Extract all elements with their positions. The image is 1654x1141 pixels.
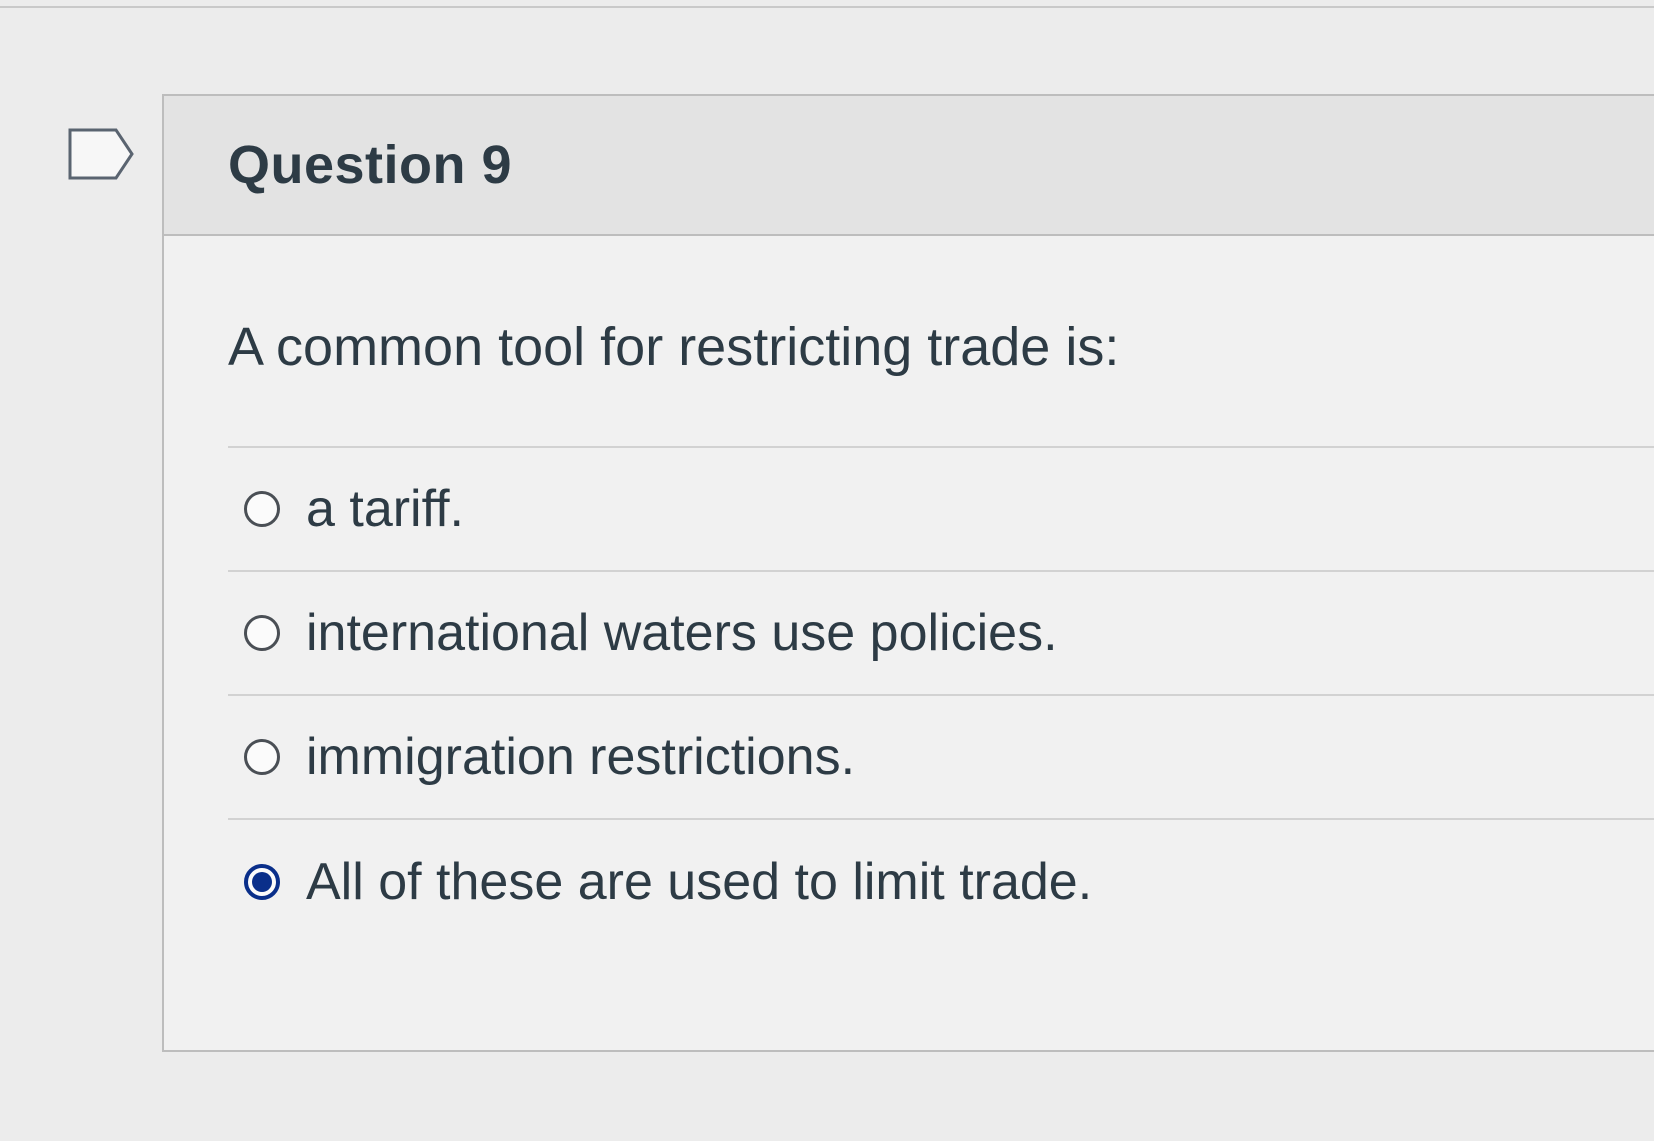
question-text: A common tool for restricting trade is: (228, 317, 1120, 377)
radio-button-unselected[interactable] (244, 739, 280, 775)
top-divider (0, 6, 1654, 8)
radio-button-unselected[interactable] (244, 615, 280, 651)
radio-button-selected[interactable] (244, 864, 280, 900)
answer-list: a tariff. international waters use polic… (228, 446, 1654, 944)
answer-option-d[interactable]: All of these are used to limit trade. (228, 820, 1654, 944)
question-body: A common tool for restricting trade is: … (164, 236, 1654, 944)
question-header: Question 9 (164, 96, 1654, 236)
question-card: Question 9 A common tool for restricting… (162, 94, 1654, 1052)
radio-button-unselected[interactable] (244, 491, 280, 527)
answer-label: All of these are used to limit trade. (306, 853, 1093, 911)
answer-option-a[interactable]: a tariff. (228, 448, 1654, 572)
answer-option-b[interactable]: international waters use policies. (228, 572, 1654, 696)
answer-label: a tariff. (306, 480, 465, 538)
answer-option-c[interactable]: immigration restrictions. (228, 696, 1654, 820)
answer-label: international waters use policies. (306, 604, 1058, 662)
question-title: Question 9 (228, 135, 513, 195)
flag-question-icon[interactable] (68, 128, 136, 180)
answer-label: immigration restrictions. (306, 728, 856, 786)
